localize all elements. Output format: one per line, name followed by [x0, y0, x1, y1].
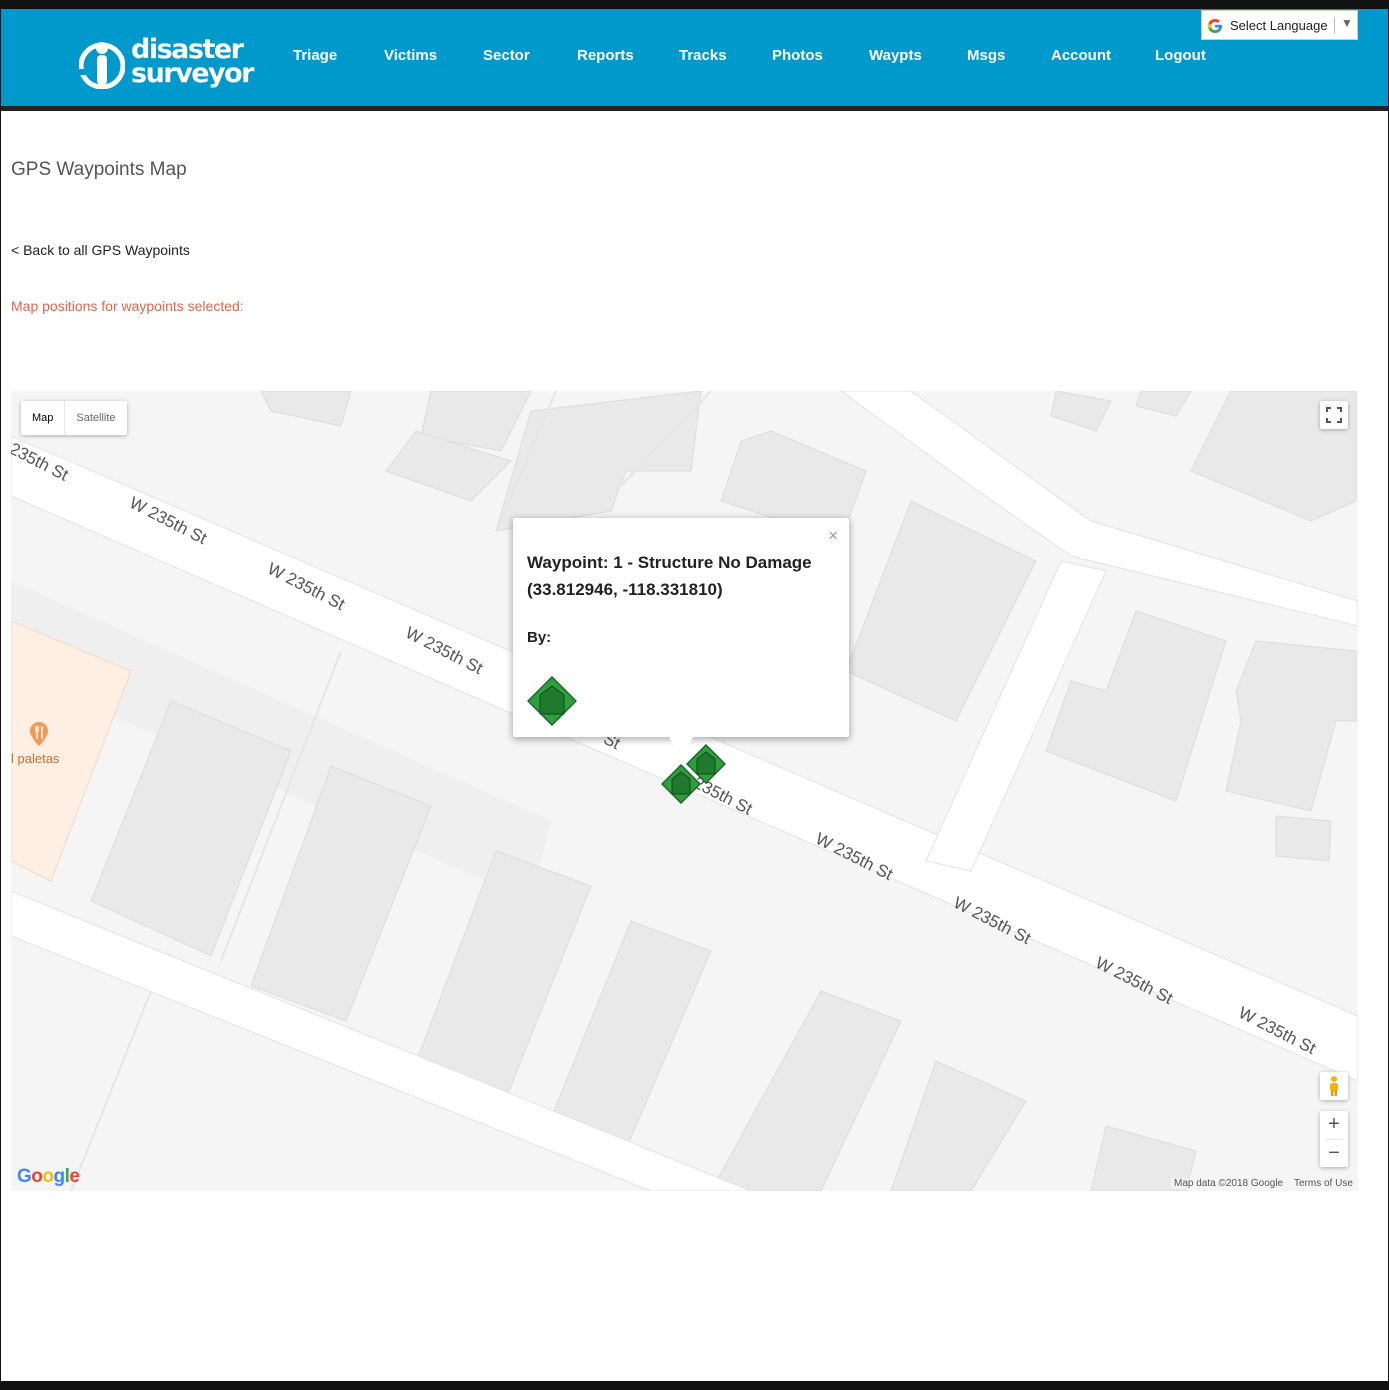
- google-map[interactable]: 235th St W 235th St W 235th St W 235th S…: [11, 391, 1358, 1191]
- nav-triage[interactable]: Triage: [293, 47, 337, 64]
- disaster-surveyor-logo[interactable]: disaster surveyor: [79, 36, 259, 97]
- nav-reports[interactable]: Reports: [577, 47, 634, 64]
- place-label[interactable]: l paletas: [11, 751, 59, 766]
- language-label: Select Language: [1230, 18, 1328, 33]
- top-navbar: disaster surveyor Triage Victims Sector …: [1, 9, 1388, 111]
- back-to-waypoints-link[interactable]: < Back to all GPS Waypoints: [11, 242, 190, 258]
- structure-no-damage-icon: [527, 676, 577, 726]
- street-view-pegman-button[interactable]: [1320, 1072, 1348, 1100]
- map-type-satellite-button[interactable]: Satellite: [64, 401, 126, 435]
- fullscreen-button[interactable]: [1320, 401, 1348, 429]
- info-window-tail: [669, 737, 693, 759]
- nav-account[interactable]: Account: [1051, 47, 1111, 64]
- logo-line-2: surveyor: [131, 58, 255, 89]
- nav-victims[interactable]: Victims: [384, 47, 437, 64]
- map-type-map-button[interactable]: Map: [21, 401, 64, 435]
- nav-waypts[interactable]: Waypts: [869, 47, 922, 64]
- zoom-in-button[interactable]: +: [1320, 1111, 1348, 1139]
- nav-logout[interactable]: Logout: [1155, 47, 1206, 64]
- map-type-control: Map Satellite: [21, 401, 127, 435]
- zoom-out-button[interactable]: −: [1320, 1140, 1348, 1168]
- chevron-down-icon: ▼: [1341, 16, 1353, 30]
- zoom-control: + −: [1320, 1111, 1348, 1167]
- nav-msgs[interactable]: Msgs: [967, 47, 1005, 64]
- google-g-icon: [1207, 19, 1222, 33]
- pegman-icon: [1330, 1076, 1338, 1096]
- waypoint-title: Waypoint: 1 - Structure No Damage (33.81…: [527, 553, 812, 599]
- restaurant-pin-icon: [30, 722, 48, 746]
- language-divider: [1334, 17, 1335, 34]
- nav-photos[interactable]: Photos: [772, 47, 823, 64]
- language-selector[interactable]: Select Language ▼: [1201, 10, 1358, 40]
- nav-tracks[interactable]: Tracks: [679, 47, 727, 64]
- waypoint-by-label: By:: [527, 629, 552, 646]
- waypoint-info-window: × Waypoint: 1 - Structure No Damage (33.…: [513, 518, 849, 759]
- person-logo-icon: [79, 42, 125, 89]
- fullscreen-icon: [1326, 407, 1342, 423]
- selected-waypoints-note: Map positions for waypoints selected:: [11, 298, 244, 314]
- map-attribution: Map data ©2018 Google: [1171, 1178, 1287, 1189]
- nav-sector[interactable]: Sector: [483, 47, 530, 64]
- page-title: GPS Waypoints Map: [11, 159, 187, 180]
- logo-wordmark: disaster surveyor: [131, 36, 255, 89]
- google-logo[interactable]: Google: [17, 1166, 80, 1188]
- close-icon[interactable]: ×: [828, 526, 838, 546]
- terms-of-use-link[interactable]: Terms of Use: [1291, 1178, 1356, 1189]
- waypoint-marker[interactable]: [661, 764, 701, 804]
